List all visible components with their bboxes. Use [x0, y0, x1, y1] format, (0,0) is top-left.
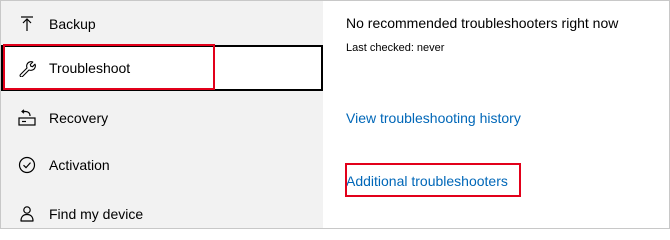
backup-arrow-icon [17, 14, 37, 34]
sidebar-nav: Backup Troubleshoot Recovery Activation … [1, 1, 323, 228]
status-title: No recommended troubleshooters right now [346, 15, 619, 31]
sidebar-item-backup[interactable]: Backup [1, 1, 323, 47]
last-checked-text: Last checked: never [346, 42, 445, 54]
sidebar-item-recovery[interactable]: Recovery [1, 95, 323, 141]
recovery-icon [17, 108, 37, 128]
sidebar-item-label: Activation [49, 157, 110, 173]
sidebar-item-find-my-device[interactable]: Find my device [1, 191, 323, 228]
checkmark-circle-icon [17, 155, 37, 175]
troubleshoot-content: No recommended troubleshooters right now… [323, 1, 669, 228]
person-locate-icon [17, 204, 37, 224]
sidebar-item-label: Recovery [49, 110, 109, 126]
sidebar-item-troubleshoot[interactable]: Troubleshoot [1, 45, 323, 91]
sidebar-item-label: Backup [49, 16, 96, 32]
view-history-link[interactable]: View troubleshooting history [346, 110, 521, 126]
sidebar-item-label: Find my device [49, 206, 144, 222]
settings-window: Backup Troubleshoot Recovery Activation … [0, 0, 670, 229]
sidebar-item-label: Troubleshoot [49, 60, 131, 76]
sidebar-item-activation[interactable]: Activation [1, 142, 323, 188]
wrench-icon [17, 58, 37, 78]
additional-troubleshooters-link[interactable]: Additional troubleshooters [346, 173, 508, 189]
